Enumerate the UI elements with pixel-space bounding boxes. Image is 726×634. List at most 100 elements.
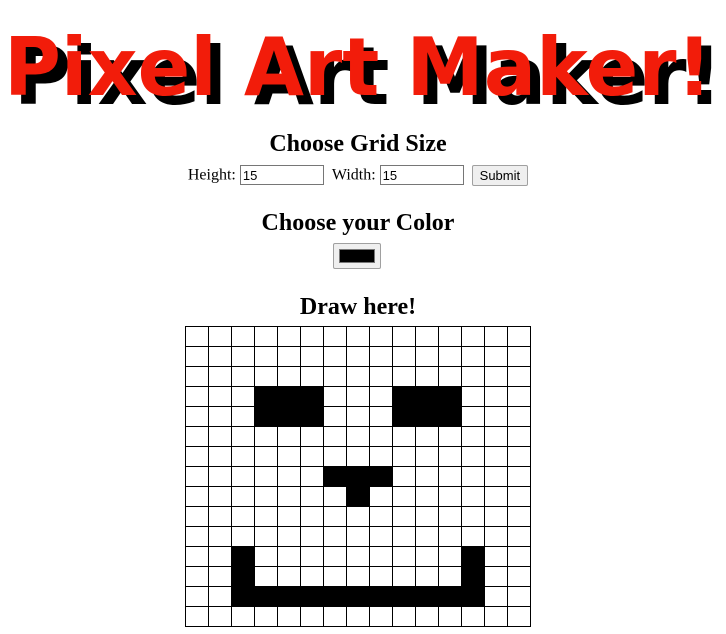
pixel-cell[interactable] [392,486,416,507]
pixel-cell[interactable] [484,386,508,407]
height-input[interactable] [239,165,324,186]
pixel-cell[interactable] [369,426,393,447]
pixel-cell[interactable] [415,326,439,347]
pixel-cell[interactable] [507,586,531,607]
pixel-cell[interactable] [346,566,370,587]
pixel-cell[interactable] [208,406,232,427]
pixel-cell[interactable] [231,446,255,467]
pixel-cell[interactable] [231,466,255,487]
pixel-cell[interactable] [461,406,485,427]
pixel-cell[interactable] [461,546,485,567]
pixel-cell[interactable] [254,546,278,567]
pixel-cell[interactable] [231,346,255,367]
pixel-cell[interactable] [392,386,416,407]
pixel-cell[interactable] [323,386,347,407]
pixel-cell[interactable] [392,526,416,547]
pixel-cell[interactable] [185,386,209,407]
pixel-cell[interactable] [185,546,209,567]
pixel-cell[interactable] [208,346,232,367]
pixel-cell[interactable] [484,466,508,487]
pixel-cell[interactable] [254,326,278,347]
pixel-cell[interactable] [323,586,347,607]
pixel-cell[interactable] [346,326,370,347]
pixel-cell[interactable] [323,486,347,507]
pixel-cell[interactable] [369,446,393,467]
pixel-cell[interactable] [208,546,232,567]
pixel-cell[interactable] [392,446,416,467]
pixel-cell[interactable] [208,566,232,587]
pixel-cell[interactable] [438,406,462,427]
pixel-cell[interactable] [369,566,393,587]
pixel-cell[interactable] [369,606,393,627]
pixel-cell[interactable] [461,446,485,467]
pixel-cell[interactable] [185,326,209,347]
pixel-cell[interactable] [484,566,508,587]
pixel-cell[interactable] [231,326,255,347]
pixel-cell[interactable] [369,486,393,507]
pixel-cell[interactable] [254,506,278,527]
pixel-cell[interactable] [208,526,232,547]
pixel-cell[interactable] [369,546,393,567]
pixel-cell[interactable] [507,486,531,507]
pixel-cell[interactable] [185,526,209,547]
pixel-cell[interactable] [185,426,209,447]
pixel-cell[interactable] [438,366,462,387]
pixel-cell[interactable] [231,426,255,447]
pixel-cell[interactable] [484,446,508,467]
pixel-cell[interactable] [254,406,278,427]
pixel-cell[interactable] [392,426,416,447]
pixel-cell[interactable] [277,426,301,447]
pixel-cell[interactable] [277,366,301,387]
pixel-cell[interactable] [507,366,531,387]
pixel-cell[interactable] [323,546,347,567]
pixel-cell[interactable] [461,466,485,487]
pixel-cell[interactable] [438,506,462,527]
pixel-cell[interactable] [323,506,347,527]
pixel-cell[interactable] [507,446,531,467]
pixel-cell[interactable] [300,386,324,407]
pixel-cell[interactable] [277,346,301,367]
pixel-cell[interactable] [507,606,531,627]
pixel-canvas[interactable] [185,326,531,627]
pixel-cell[interactable] [323,346,347,367]
pixel-cell[interactable] [185,506,209,527]
pixel-cell[interactable] [369,506,393,527]
pixel-cell[interactable] [369,386,393,407]
pixel-cell[interactable] [254,466,278,487]
pixel-cell[interactable] [415,446,439,467]
pixel-cell[interactable] [484,526,508,547]
pixel-cell[interactable] [484,326,508,347]
pixel-cell[interactable] [415,526,439,547]
pixel-cell[interactable] [300,346,324,367]
submit-button[interactable]: Submit [471,164,529,186]
pixel-cell[interactable] [254,426,278,447]
pixel-cell[interactable] [254,606,278,627]
color-picker[interactable] [333,243,381,269]
pixel-cell[interactable] [323,526,347,547]
pixel-cell[interactable] [231,586,255,607]
pixel-cell[interactable] [507,406,531,427]
pixel-cell[interactable] [461,426,485,447]
pixel-cell[interactable] [392,566,416,587]
pixel-cell[interactable] [369,586,393,607]
pixel-cell[interactable] [254,586,278,607]
pixel-cell[interactable] [484,366,508,387]
pixel-cell[interactable] [392,586,416,607]
pixel-cell[interactable] [392,406,416,427]
pixel-cell[interactable] [484,486,508,507]
pixel-cell[interactable] [208,486,232,507]
pixel-cell[interactable] [323,466,347,487]
pixel-cell[interactable] [300,466,324,487]
pixel-cell[interactable] [484,426,508,447]
pixel-cell[interactable] [461,386,485,407]
pixel-cell[interactable] [208,366,232,387]
pixel-cell[interactable] [346,486,370,507]
pixel-cell[interactable] [415,586,439,607]
pixel-cell[interactable] [346,386,370,407]
pixel-cell[interactable] [415,546,439,567]
pixel-cell[interactable] [484,506,508,527]
pixel-cell[interactable] [185,406,209,427]
pixel-cell[interactable] [208,466,232,487]
pixel-cell[interactable] [231,406,255,427]
pixel-cell[interactable] [300,326,324,347]
